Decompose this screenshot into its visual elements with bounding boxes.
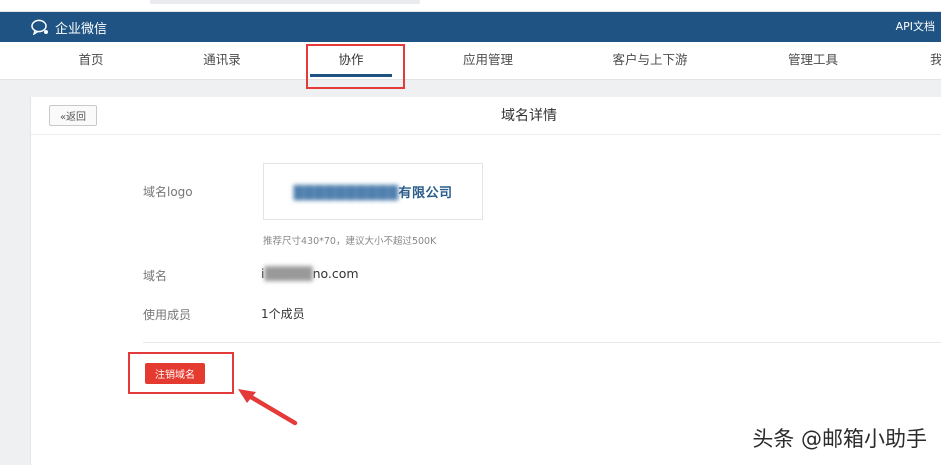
nav-item-app-management[interactable]: 应用管理 bbox=[448, 42, 528, 80]
logo-text: ██████████有限公司 bbox=[294, 182, 453, 201]
highlight-box-nav bbox=[306, 44, 405, 89]
page-title: 域名详情 bbox=[501, 108, 557, 124]
domain-logo: ██████████有限公司 bbox=[263, 163, 483, 220]
logo-size-hint: 推荐尺寸430*70，建议大小不超过500K bbox=[263, 236, 437, 247]
logo-label: 域名logo bbox=[143, 185, 193, 199]
highlight-box-cancel bbox=[128, 352, 234, 394]
domain-label: 域名 bbox=[143, 269, 168, 283]
members-label: 使用成员 bbox=[143, 308, 192, 322]
domain-detail-card: «返回 域名详情 域名logo ██████████有限公司 推荐尺寸430*7… bbox=[30, 97, 941, 465]
nav-item-customers[interactable]: 客户与上下游 bbox=[598, 42, 702, 80]
domain-suffix: no.com bbox=[312, 266, 359, 281]
page: 企业微信 API文档 首页 通讯录 协作 应用管理 客户与上下游 管理工具 我 … bbox=[0, 0, 941, 465]
brand-name: 企业微信 bbox=[55, 21, 108, 37]
domain-value: i█████no.com bbox=[261, 266, 359, 281]
blurred-tab-text bbox=[150, 0, 420, 4]
back-button[interactable]: «返回 bbox=[49, 105, 97, 126]
logo-suffix: 有限公司 bbox=[398, 186, 453, 201]
wecom-logo-icon bbox=[31, 19, 49, 35]
watermark: 头条 @邮箱小助手 bbox=[752, 427, 927, 451]
domain-blurred: █████ bbox=[264, 266, 313, 281]
main-nav: 首页 通讯录 协作 应用管理 客户与上下游 管理工具 我 bbox=[0, 42, 941, 80]
nav-item-tools[interactable]: 管理工具 bbox=[772, 42, 854, 80]
nav-item-contacts[interactable]: 通讯录 bbox=[190, 42, 254, 80]
api-doc-link[interactable]: API文档 bbox=[896, 12, 935, 42]
arrow-annotation-icon bbox=[238, 389, 298, 426]
members-value[interactable]: 1个成员 bbox=[261, 305, 305, 322]
divider bbox=[143, 342, 941, 343]
logo-blurred-text: ██████████ bbox=[293, 186, 399, 201]
brand[interactable]: 企业微信 bbox=[31, 12, 107, 42]
card-header: «返回 域名详情 bbox=[31, 97, 941, 135]
app-header: 企业微信 API文档 bbox=[0, 12, 941, 42]
nav-item-home[interactable]: 首页 bbox=[62, 42, 120, 80]
browser-chrome-strip bbox=[0, 0, 941, 12]
nav-item-me[interactable]: 我 bbox=[930, 42, 941, 80]
